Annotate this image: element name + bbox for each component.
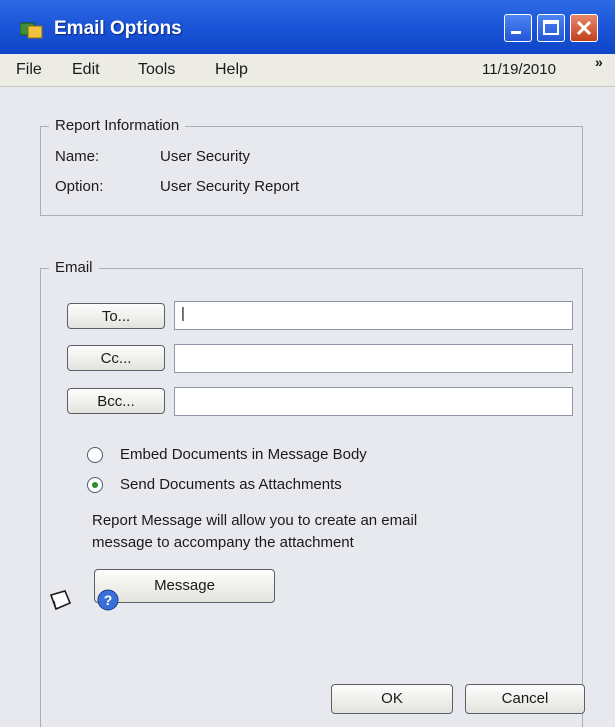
ok-button[interactable]: OK bbox=[331, 684, 453, 714]
window-title: Email Options bbox=[54, 18, 182, 39]
dialog-body: Report Information Name: User Security O… bbox=[0, 87, 615, 727]
email-options-window: Email Options File Edit Tools Help 11/19… bbox=[0, 0, 615, 727]
option-label: Option: bbox=[55, 178, 104, 195]
minimize-icon bbox=[511, 31, 521, 34]
chevron-right-icon[interactable]: » bbox=[595, 54, 603, 70]
menu-bar: File Edit Tools Help 11/19/2010 » bbox=[0, 54, 615, 87]
maximize-button[interactable] bbox=[537, 14, 565, 42]
report-message-text-line2: message to accompany the attachment bbox=[92, 534, 354, 551]
menu-file[interactable]: File bbox=[16, 61, 42, 79]
radio-selected-dot bbox=[92, 482, 98, 488]
cc-button[interactable]: Cc... bbox=[67, 345, 165, 371]
minimize-button[interactable] bbox=[504, 14, 532, 42]
note-icon[interactable] bbox=[47, 588, 73, 614]
user-date[interactable]: 11/19/2010 bbox=[482, 61, 556, 78]
title-bar[interactable]: Email Options bbox=[0, 0, 615, 54]
cc-field[interactable] bbox=[174, 344, 573, 373]
window-app-icon bbox=[20, 22, 43, 39]
name-value: User Security bbox=[160, 148, 251, 165]
menu-tools[interactable]: Tools bbox=[138, 61, 175, 79]
report-information-legend: Report Information bbox=[49, 117, 186, 134]
report-information-group: Report Information Name: User Security O… bbox=[40, 117, 583, 216]
menu-edit[interactable]: Edit bbox=[72, 61, 100, 79]
email-group: Email To... | Cc... Bcc... Embed Documen… bbox=[40, 259, 583, 727]
menu-help[interactable]: Help bbox=[215, 61, 248, 79]
svg-text:?: ? bbox=[104, 592, 113, 608]
maximize-icon bbox=[543, 20, 559, 35]
message-button[interactable]: Message bbox=[94, 569, 275, 603]
send-attachments-label[interactable]: Send Documents as Attachments bbox=[120, 476, 342, 493]
send-attachments-radio[interactable] bbox=[87, 477, 103, 493]
email-legend: Email bbox=[49, 259, 99, 276]
close-icon bbox=[576, 20, 592, 36]
name-label: Name: bbox=[55, 148, 100, 165]
to-field[interactable]: | bbox=[174, 301, 573, 330]
close-button[interactable] bbox=[570, 14, 598, 42]
embed-documents-label[interactable]: Embed Documents in Message Body bbox=[120, 446, 367, 463]
option-value: User Security Report bbox=[160, 178, 300, 195]
to-button[interactable]: To... bbox=[67, 303, 165, 329]
embed-documents-radio[interactable] bbox=[87, 447, 103, 463]
cancel-button[interactable]: Cancel bbox=[465, 684, 585, 714]
report-message-text-line1: Report Message will allow you to create … bbox=[92, 512, 418, 529]
bcc-field[interactable] bbox=[174, 387, 573, 416]
help-icon[interactable]: ? bbox=[96, 588, 120, 612]
bcc-button[interactable]: Bcc... bbox=[67, 388, 165, 414]
